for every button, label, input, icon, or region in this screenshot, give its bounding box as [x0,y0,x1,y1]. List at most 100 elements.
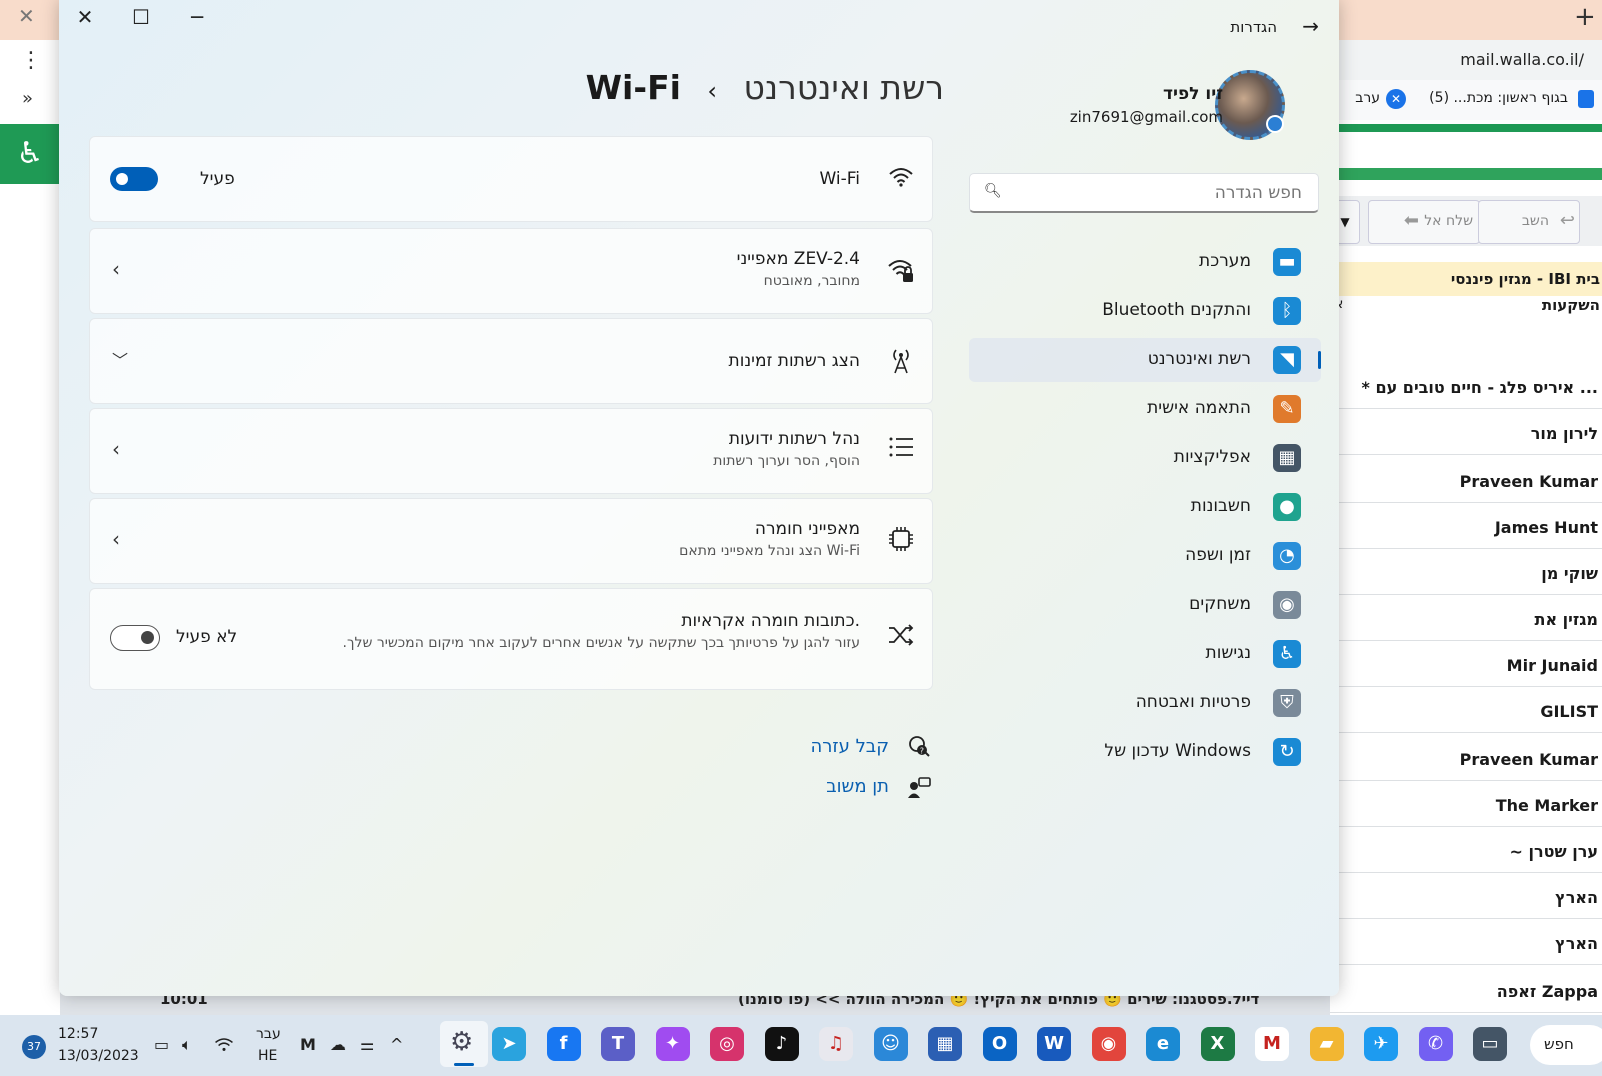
mail-sender[interactable]: Mir Junaid [1336,656,1598,675]
chevron-up-icon[interactable]: ^ [390,1035,403,1054]
instagram-icon[interactable]: ◎ [710,1027,744,1061]
sliders-icon[interactable]: ⚌ [360,1035,374,1054]
sidebar-item-system[interactable]: מערכת ▬ [969,240,1321,284]
bookmark-favicon-icon [1578,90,1594,108]
back-arrow-icon[interactable]: → [1302,14,1319,38]
address-bar[interactable]: mail.walla.co.il/ [1330,40,1602,80]
accessibility-widget-icon[interactable]: ♿ [0,124,60,184]
sidebar-item-bluetooth[interactable]: Bluetooth והתקנים ᛒ [969,289,1321,333]
avatar[interactable] [1215,70,1285,140]
chat-icon[interactable]: ☺ [873,1027,908,1061]
maximize-window-icon[interactable]: ☐ [121,2,161,32]
feedback-link[interactable]: תן משוב [826,776,889,797]
messenger-icon[interactable]: ✦ [655,1027,690,1061]
sidebar-item-wifi[interactable]: רשת ואינטרנט ◥ [969,338,1321,382]
mail-sender[interactable]: שוקי מן [1336,564,1598,583]
sidebar-item-clock-globe[interactable]: זמן ושפה ◔ [969,534,1321,578]
wifi-toggle[interactable] [110,167,158,191]
sidebar-item-label: משחקים [1189,594,1251,614]
mail-sender[interactable]: מגזין את [1336,610,1598,629]
mail-toolbar-stripe [1330,168,1602,180]
clock-time[interactable]: 12:57 [58,1026,98,1042]
itunes-icon[interactable]: ♫ [819,1027,853,1061]
mail-sender[interactable]: GILIST [1336,702,1598,721]
store-icon[interactable]: ▦ [928,1027,962,1061]
random-mac-toggle[interactable] [110,625,160,651]
new-tab-icon[interactable]: + [1574,2,1596,32]
battery-icon[interactable]: ▭ [154,1035,169,1054]
mail-sender[interactable]: ~ ערן שטרן [1336,842,1598,861]
sidebar-item-gamepad[interactable]: משחקים ◉ [969,583,1321,627]
wifi-tray-icon[interactable] [214,1035,234,1057]
sidebar-item-brush[interactable]: התאמה אישית ✎ [969,387,1321,431]
desktop-icon[interactable]: ▭ [1473,1027,1507,1061]
close-window-icon[interactable]: ✕ [65,2,105,32]
mail-divider [1330,1012,1602,1013]
mail-sender[interactable]: James Hunt [1336,518,1598,537]
close-tab-icon[interactable]: ✕ [18,4,35,28]
gmail-tray-icon[interactable]: M [300,1035,316,1054]
mail-sender[interactable]: The Marker [1336,796,1598,815]
sidebar-item-shield[interactable]: פרטיות ואבטחה ⛨ [969,681,1321,725]
sidebar-item-account[interactable]: חשבונות ● [969,485,1321,529]
network-properties-card[interactable]: מאפייני ZEV-2.4 מחובר, מאובטח ‹ [89,228,933,314]
menu-dots-icon[interactable]: ⋮ [20,48,42,73]
sidebar-item-apps[interactable]: אפליקציות ▦ [969,436,1321,480]
breadcrumb-parent[interactable]: רשת ואינטרנט [744,68,944,107]
mail-sender[interactable]: הארץ [1336,934,1598,953]
settings-search[interactable]: 🔍︎ [969,173,1319,213]
forward-button[interactable]: שלח אל ⬅ [1368,200,1480,244]
edge-icon[interactable]: e [1146,1027,1180,1061]
tiktok-icon[interactable]: ♪ [764,1027,799,1061]
twitter-icon[interactable]: ✈ [1364,1027,1398,1061]
search-input[interactable] [1010,180,1304,206]
chrome-icon[interactable]: ◉ [1091,1027,1126,1061]
word-icon[interactable]: W [1037,1027,1071,1061]
telegram-icon[interactable]: ➤ [492,1027,526,1061]
sidebar-item-label: עדכון של Windows [1104,741,1251,761]
facebook-icon[interactable]: f [546,1027,581,1061]
viber-icon[interactable]: ✆ [1418,1027,1453,1061]
sidebar-item-accessibility[interactable]: נגישות ♿ [969,632,1321,676]
svg-text:?: ? [920,747,924,756]
minimize-window-icon[interactable]: ─ [177,2,217,32]
random-mac-state-label: לא פעיל [176,627,238,647]
excel-icon[interactable]: X [1200,1027,1235,1061]
get-help-link[interactable]: קבל עזרה [810,736,889,757]
taskbar-settings-app[interactable]: ⚙ [440,1021,488,1067]
language-code[interactable]: HE [258,1048,277,1064]
bookmark-item[interactable]: ערב [1355,90,1380,106]
outlook-icon[interactable]: O [982,1027,1017,1061]
random-mac-title: כתובות חומרה אקראיות. [681,611,860,631]
taskbar-search[interactable]: חפש [1530,1025,1602,1065]
clock-date[interactable]: 13/03/2023 [58,1048,139,1064]
mail-divider [1330,826,1602,827]
teams-icon[interactable]: T [601,1027,635,1061]
wifi-icon [886,164,916,194]
hardware-properties-card[interactable]: מאפייני חומרה הצג ונהל מאפייני מתאם Wi-F… [89,498,933,584]
mail-sender[interactable]: * איריס פלג - חיים טובים עם ... [1336,378,1599,397]
mail-sender[interactable]: הארץ [1336,888,1598,907]
mail-sender[interactable]: לירון מור [1336,424,1598,443]
onedrive-icon[interactable]: ☁ [330,1035,346,1054]
available-networks-card[interactable]: הצג רשתות זמינות ﹀ [89,318,933,404]
sidebar-item-label: רשת ואינטרנט [1147,349,1251,369]
gmail-icon[interactable]: M [1255,1027,1289,1061]
sidebar-item-update[interactable]: עדכון של Windows ↻ [969,730,1321,774]
user-name: זיו לפיד [1162,84,1223,104]
search-icon: 🔍︎ [984,183,1002,199]
mail-sender[interactable]: Praveen Kumar [1336,472,1598,491]
language-indicator[interactable]: עבר [256,1026,281,1042]
mail-sender[interactable]: Praveen Kumar [1336,750,1598,769]
update-icon: ↻ [1273,738,1301,766]
known-networks-card[interactable]: נהל רשתות ידועות הוסף, הסר וערוך רשתות ‹ [89,408,933,494]
volume-icon[interactable]: 🔈︎ [182,1035,192,1055]
weather-badge[interactable]: 37 [22,1035,46,1059]
file-explorer-icon[interactable]: ▰ [1309,1027,1344,1061]
mail-sender[interactable]: זאפה Zappa [1336,982,1598,1001]
reply-button[interactable]: השב ↩ [1478,200,1580,244]
wifi-icon: ◥ [1273,346,1301,374]
double-chevron-icon[interactable]: » [22,88,33,109]
featured-message[interactable]: מגזין פיננסי - IBI בית [1330,262,1602,296]
bookmark-item[interactable]: בגוף ראשון: מכת... (5) [1429,90,1568,106]
